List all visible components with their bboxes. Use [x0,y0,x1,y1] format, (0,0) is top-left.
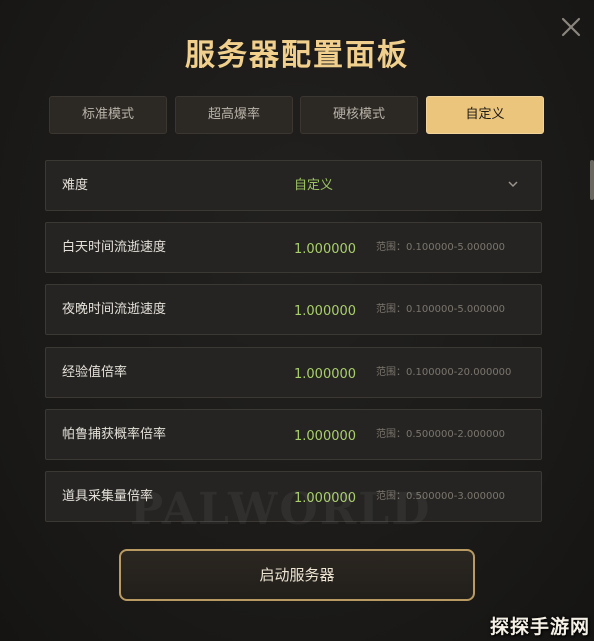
setting-range: 范围：0.500000-2.000000 [376,429,506,440]
scrollbar[interactable] [590,160,594,200]
setting-label: 帕鲁捕获概率倍率 [62,427,167,442]
server-config-panel: 服务器配置面板 标准模式 超高爆率 硬核模式 自定义 难度 自定义 白天时间流逝… [0,0,594,641]
setting-label: 白天时间流逝速度 [62,240,167,255]
setting-row-day-speed: 白天时间流逝速度 1.000000 范围：0.100000-5.000000 [45,222,542,273]
setting-range: 范围：0.500000-3.000000 [376,491,506,502]
start-server-button[interactable]: 启动服务器 [119,549,475,601]
setting-row-gather-rate: 道具采集量倍率 1.000000 范围：0.500000-3.000000 [45,471,542,522]
setting-label: 道具采集量倍率 [62,489,154,504]
setting-row-capture-rate: 帕鲁捕获概率倍率 1.000000 范围：0.500000-2.000000 [45,409,542,460]
chevron-down-icon[interactable] [507,178,519,190]
site-watermark-logo: 探探手游网 [489,616,590,638]
tab-standard-mode[interactable]: 标准模式 [49,96,167,134]
difficulty-label: 难度 [62,178,89,193]
setting-row-night-speed: 夜晚时间流逝速度 1.000000 范围：0.100000-5.000000 [45,284,542,335]
tab-hardcore-mode[interactable]: 硬核模式 [300,96,418,134]
difficulty-select[interactable]: 难度 自定义 [45,160,542,211]
setting-label: 经验值倍率 [62,365,128,380]
setting-range: 范围：0.100000-5.000000 [376,242,506,253]
setting-value-input[interactable]: 1.000000 [294,285,356,338]
setting-range: 范围：0.100000-20.000000 [376,367,512,378]
difficulty-value: 自定义 [294,178,334,193]
setting-row-exp-rate: 经验值倍率 1.000000 范围：0.100000-20.000000 [45,347,542,398]
panel-title: 服务器配置面板 [185,38,409,73]
mode-tabs: 标准模式 超高爆率 硬核模式 自定义 [49,96,545,134]
tab-custom[interactable]: 自定义 [426,96,544,134]
setting-range: 范围：0.100000-5.000000 [376,304,506,315]
setting-label: 夜晚时间流逝速度 [62,302,167,317]
setting-value-input[interactable]: 1.000000 [294,223,356,276]
setting-value-input[interactable]: 1.000000 [294,472,356,525]
tab-high-drop-rate[interactable]: 超高爆率 [175,96,293,134]
setting-value-input[interactable]: 1.000000 [294,410,356,463]
setting-value-input[interactable]: 1.000000 [294,348,356,401]
